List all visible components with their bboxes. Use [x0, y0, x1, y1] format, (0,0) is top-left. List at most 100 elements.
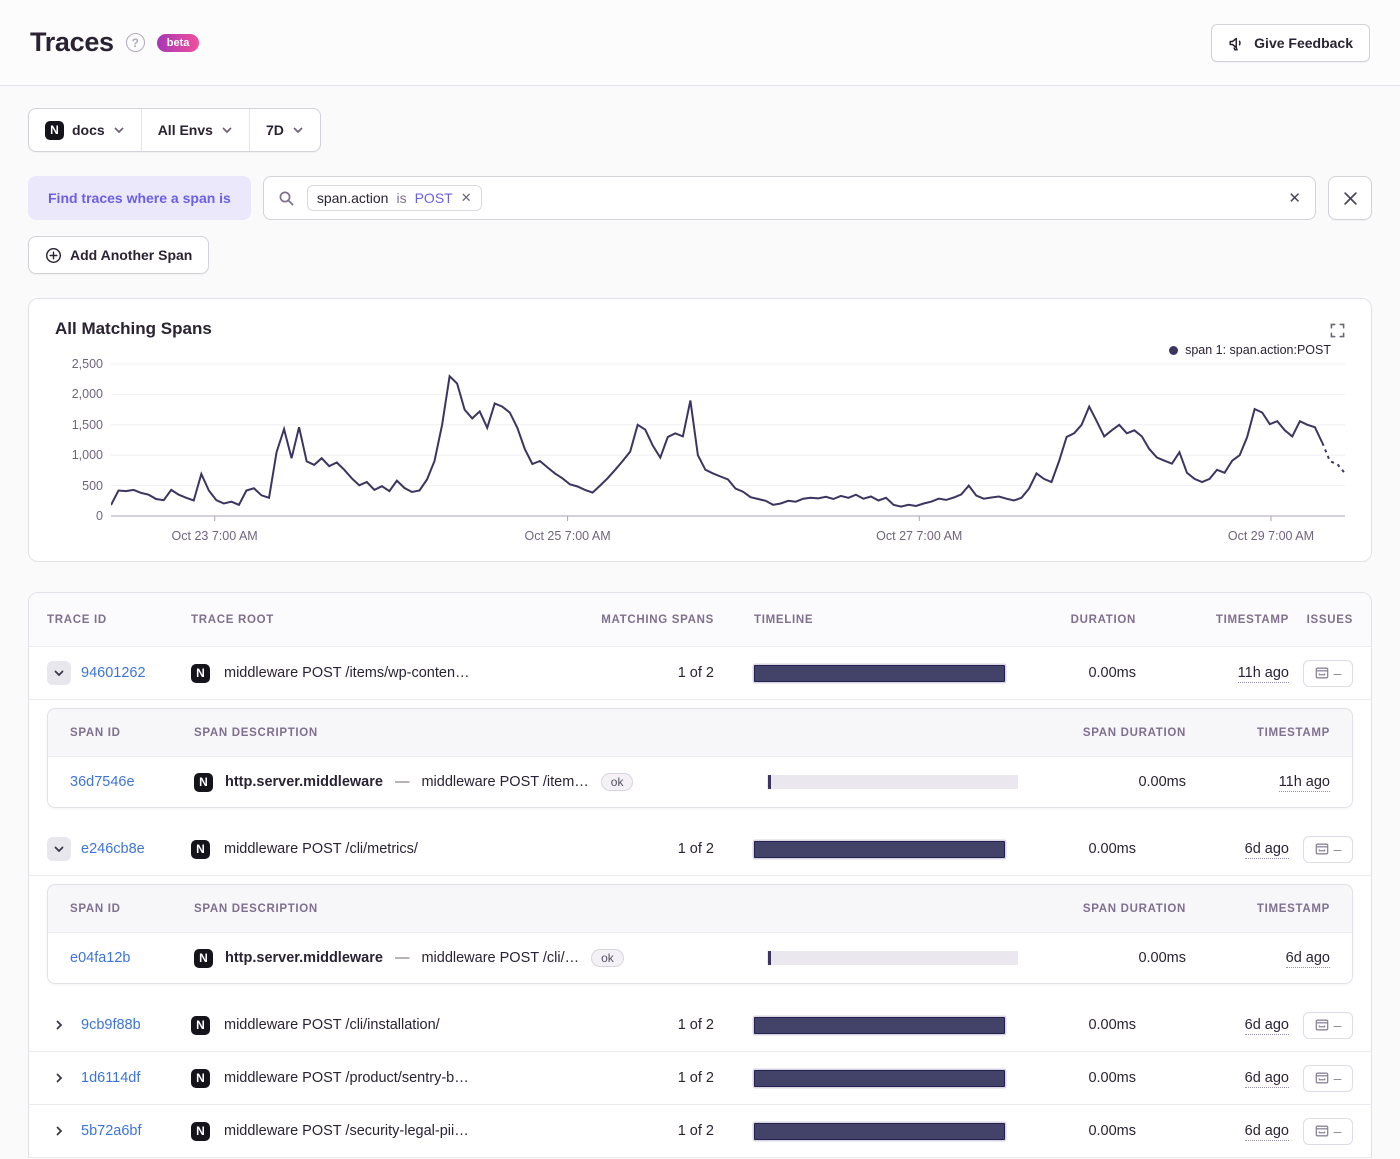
issues-count-dash: – — [1333, 665, 1342, 681]
trace-id-link[interactable]: 1d6114df — [81, 1070, 140, 1086]
span-timestamp-value[interactable]: 6d ago — [1285, 950, 1330, 968]
timeline-bar[interactable] — [754, 664, 1005, 682]
chart-legend[interactable]: span 1: span.action:POST — [49, 343, 1331, 357]
issues-icon — [1315, 1124, 1329, 1138]
trace-root-text: middleware POST /cli/installation/ — [224, 1017, 440, 1033]
timeline-bar[interactable] — [754, 840, 1005, 858]
nextjs-project-icon: N — [194, 772, 213, 792]
issues-button[interactable]: – — [1303, 1064, 1353, 1092]
add-another-span-button[interactable]: Add Another Span — [28, 236, 210, 274]
span-table-header-row: SPAN ID SPAN DESCRIPTION SPAN DURATION T… — [48, 885, 1352, 932]
y-axis-tick-label: 1,500 — [71, 417, 103, 432]
give-feedback-button[interactable]: Give Feedback — [1211, 23, 1370, 62]
trace-root-text: middleware POST /product/sentry-b… — [224, 1070, 469, 1086]
col-matching-spans: MATCHING SPANS — [601, 613, 714, 626]
search-filter-token[interactable]: span.action is POST ✕ — [306, 185, 482, 211]
legend-dot — [1169, 345, 1179, 355]
issues-button[interactable]: – — [1303, 835, 1353, 863]
span-id-link[interactable]: 36d7546e — [70, 774, 135, 790]
token-remove-icon[interactable]: ✕ — [461, 190, 472, 206]
remove-query-row-button[interactable] — [1328, 176, 1372, 220]
project-filter[interactable]: N docs — [29, 109, 141, 151]
search-clear-icon[interactable]: ✕ — [1288, 189, 1301, 207]
span-op-separator: — — [394, 950, 410, 966]
chart-title: All Matching Spans — [55, 319, 212, 338]
trace-root-text: middleware POST /items/wp-conten… — [224, 665, 470, 681]
chevron-down-icon — [292, 124, 304, 136]
issues-icon — [1315, 1018, 1329, 1032]
collapse-row-button[interactable] — [47, 837, 71, 861]
span-timeline-track[interactable] — [767, 775, 1018, 789]
table-row[interactable]: 94601262 N middleware POST /items/wp-con… — [29, 647, 1371, 700]
spans-line-chart[interactable] — [111, 359, 1345, 521]
timestamp-value[interactable]: 6d ago — [1244, 841, 1289, 859]
all-matching-spans-panel: All Matching Spans span 1: span.action:P… — [28, 298, 1372, 562]
timestamp-value[interactable]: 11h ago — [1237, 665, 1289, 683]
date-range-filter[interactable]: 7D — [248, 109, 320, 151]
trace-id-link[interactable]: 9cb9f88b — [81, 1017, 141, 1033]
issues-count-dash: – — [1333, 1070, 1342, 1086]
trace-root-text: middleware POST /security-legal-pii… — [224, 1123, 469, 1139]
matching-spans-value: 1 of 2 — [677, 665, 714, 681]
issues-button[interactable]: – — [1303, 1011, 1353, 1039]
timeline-bar[interactable] — [754, 1016, 1005, 1034]
span-search-input[interactable]: span.action is POST ✕ ✕ — [262, 176, 1316, 220]
y-axis-tick-label: 500 — [82, 478, 103, 493]
span-description-text: middleware POST /cli/… — [421, 950, 580, 966]
table-row[interactable]: 9cb9f88b N middleware POST /cli/installa… — [29, 999, 1371, 1052]
timeline-bar[interactable] — [754, 1122, 1005, 1140]
span-table-header-row: SPAN ID SPAN DESCRIPTION SPAN DURATION T… — [48, 709, 1352, 756]
span-op-separator: — — [394, 774, 410, 790]
beta-badge: beta — [156, 33, 200, 52]
expand-row-button[interactable] — [47, 1072, 71, 1084]
page-filter-bar: N docs All Envs 7D — [28, 108, 321, 152]
col-span-timestamp: TIMESTAMP — [1256, 902, 1330, 915]
expand-row-button[interactable] — [47, 1019, 71, 1031]
timeline-bar[interactable] — [754, 1069, 1005, 1087]
x-axis-tick-label: Oct 25 7:00 AM — [524, 529, 611, 543]
span-row[interactable]: 36d7546e N http.server.middleware — midd… — [48, 756, 1352, 807]
col-timestamp: TIMESTAMP — [1215, 613, 1289, 626]
span-status-badge: ok — [600, 773, 634, 791]
span-id-link[interactable]: e04fa12b — [70, 950, 130, 966]
nextjs-project-icon: N — [191, 663, 210, 683]
expand-chart-icon[interactable] — [1330, 323, 1345, 338]
col-trace-root: TRACE ROOT — [191, 613, 274, 626]
trace-id-link[interactable]: 94601262 — [81, 665, 146, 681]
traces-table: TRACE ID TRACE ROOT MATCHING SPANS TIMEL… — [28, 592, 1372, 1158]
x-axis-tick-label: Oct 27 7:00 AM — [876, 529, 963, 543]
trace-id-link[interactable]: 5b72a6bf — [81, 1123, 141, 1139]
chevron-down-icon — [113, 124, 125, 136]
col-span-description: SPAN DESCRIPTION — [194, 902, 318, 915]
issues-icon — [1315, 1071, 1329, 1085]
timestamp-value[interactable]: 6d ago — [1244, 1017, 1289, 1035]
table-row[interactable]: e246cb8e N middleware POST /cli/metrics/… — [29, 823, 1371, 876]
span-row[interactable]: e04fa12b N http.server.middleware — midd… — [48, 932, 1352, 983]
span-timestamp-value[interactable]: 11h ago — [1278, 774, 1330, 792]
environment-filter[interactable]: All Envs — [140, 109, 249, 151]
span-description-text: middleware POST /item… — [421, 774, 589, 790]
timestamp-value[interactable]: 6d ago — [1244, 1070, 1289, 1088]
top-bar: Traces ? beta Give Feedback — [0, 0, 1400, 86]
table-header-row: TRACE ID TRACE ROOT MATCHING SPANS TIMEL… — [29, 593, 1371, 647]
page-title: Traces — [30, 27, 114, 57]
project-filter-label: docs — [72, 122, 105, 138]
table-row[interactable]: 5b72a6bf N middleware POST /security-leg… — [29, 1105, 1371, 1158]
collapse-row-button[interactable] — [47, 661, 71, 685]
duration-value: 0.00ms — [1088, 841, 1136, 857]
col-span-id: SPAN ID — [70, 726, 121, 739]
col-span-timestamp: TIMESTAMP — [1256, 726, 1330, 739]
trace-id-link[interactable]: e246cb8e — [81, 841, 145, 857]
matching-spans-value: 1 of 2 — [677, 1070, 714, 1086]
issues-button[interactable]: – — [1303, 659, 1353, 687]
expand-row-button[interactable] — [47, 1125, 71, 1137]
duration-value: 0.00ms — [1088, 665, 1136, 681]
table-row[interactable]: 1d6114df N middleware POST /product/sent… — [29, 1052, 1371, 1105]
token-key: span.action — [316, 190, 389, 206]
chevron-down-icon — [221, 124, 233, 136]
issues-button[interactable]: – — [1303, 1117, 1353, 1145]
help-icon[interactable]: ? — [125, 33, 145, 52]
timestamp-value[interactable]: 6d ago — [1244, 1123, 1289, 1141]
span-timeline-track[interactable] — [767, 951, 1018, 965]
duration-value: 0.00ms — [1088, 1070, 1136, 1086]
